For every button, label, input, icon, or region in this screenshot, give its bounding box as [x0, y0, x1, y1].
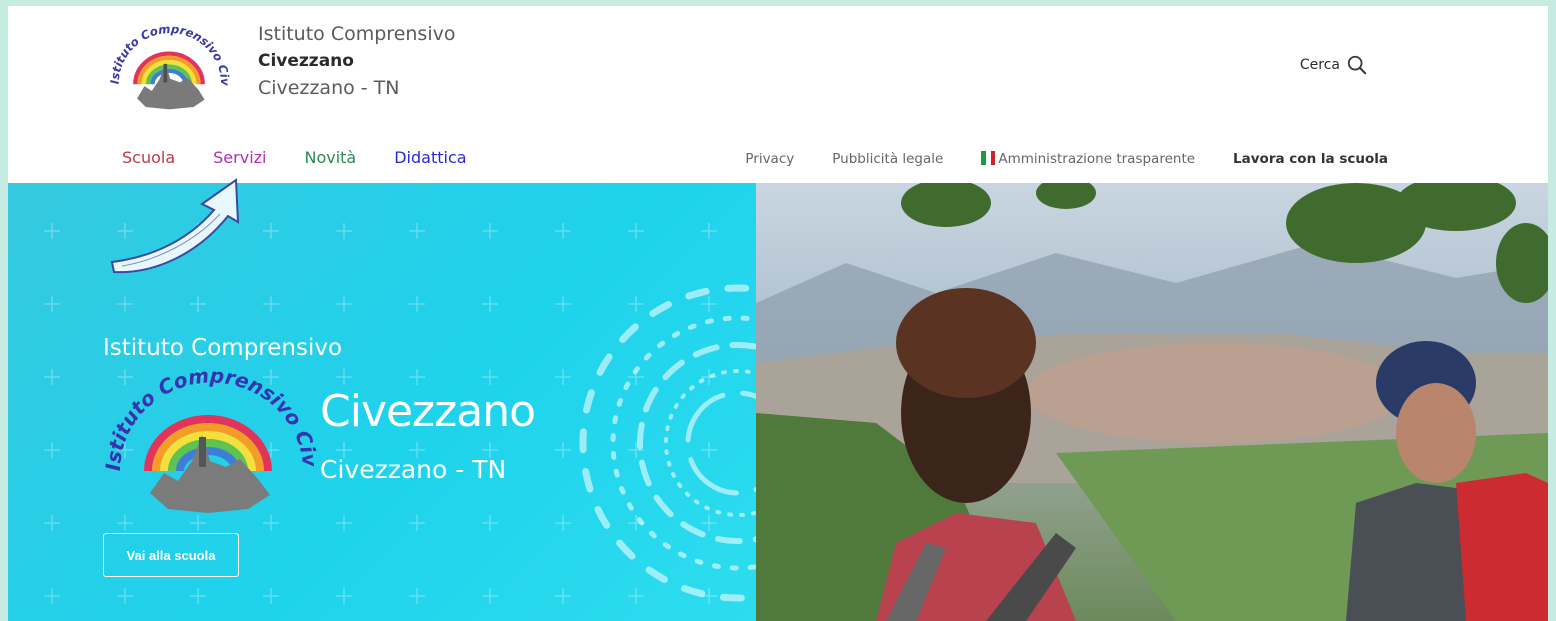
nav-didattica[interactable]: Didattica — [394, 148, 466, 167]
italy-flag-icon — [981, 151, 996, 165]
nav-amministrazione-label: Amministrazione trasparente — [998, 151, 1196, 167]
nav-lavora-con-la-scuola[interactable]: Lavora con la scuola — [1233, 151, 1388, 167]
site-name-line2: Civezzano — [258, 51, 354, 71]
secondary-nav: Privacy Pubblicità legale Amministrazion… — [745, 151, 1388, 167]
nav-scuola[interactable]: Scuola — [122, 148, 175, 167]
decorative-rings — [579, 284, 756, 602]
hero-logo: Istituto Comprensivo Civezzano — [98, 371, 318, 513]
site-name-line1: Istituto Comprensivo — [258, 23, 456, 45]
hero-location: Civezzano - TN — [320, 455, 507, 484]
hero-photo — [756, 183, 1548, 621]
site-name-line3: Civezzano - TN — [258, 77, 400, 99]
vai-alla-scuola-button[interactable]: Vai alla scuola — [103, 533, 239, 577]
page-frame: Istituto Comprensivo Civezzano Istituto … — [8, 6, 1548, 621]
nav-privacy[interactable]: Privacy — [745, 151, 794, 167]
search-icon — [1347, 55, 1367, 75]
search-button[interactable]: Cerca — [1300, 54, 1368, 76]
school-logo[interactable]: Istituto Comprensivo Civezzano — [100, 26, 238, 118]
nav-amministrazione-trasparente[interactable]: Amministrazione trasparente — [981, 151, 1195, 167]
hero-title: Civezzano — [320, 386, 536, 437]
nav-servizi[interactable]: Servizi — [213, 148, 266, 167]
nav-novita[interactable]: Novità — [304, 148, 356, 167]
search-label: Cerca — [1299, 57, 1340, 73]
annotation-arrow-icon — [110, 178, 240, 274]
hero-subtitle: Istituto Comprensivo — [103, 335, 343, 361]
site-name[interactable]: Istituto Comprensivo Civezzano Civezzano… — [258, 21, 455, 102]
nav-pubblicita-legale[interactable]: Pubblicità legale — [832, 151, 943, 167]
main-nav: Scuola Servizi Novità Didattica — [122, 148, 467, 167]
